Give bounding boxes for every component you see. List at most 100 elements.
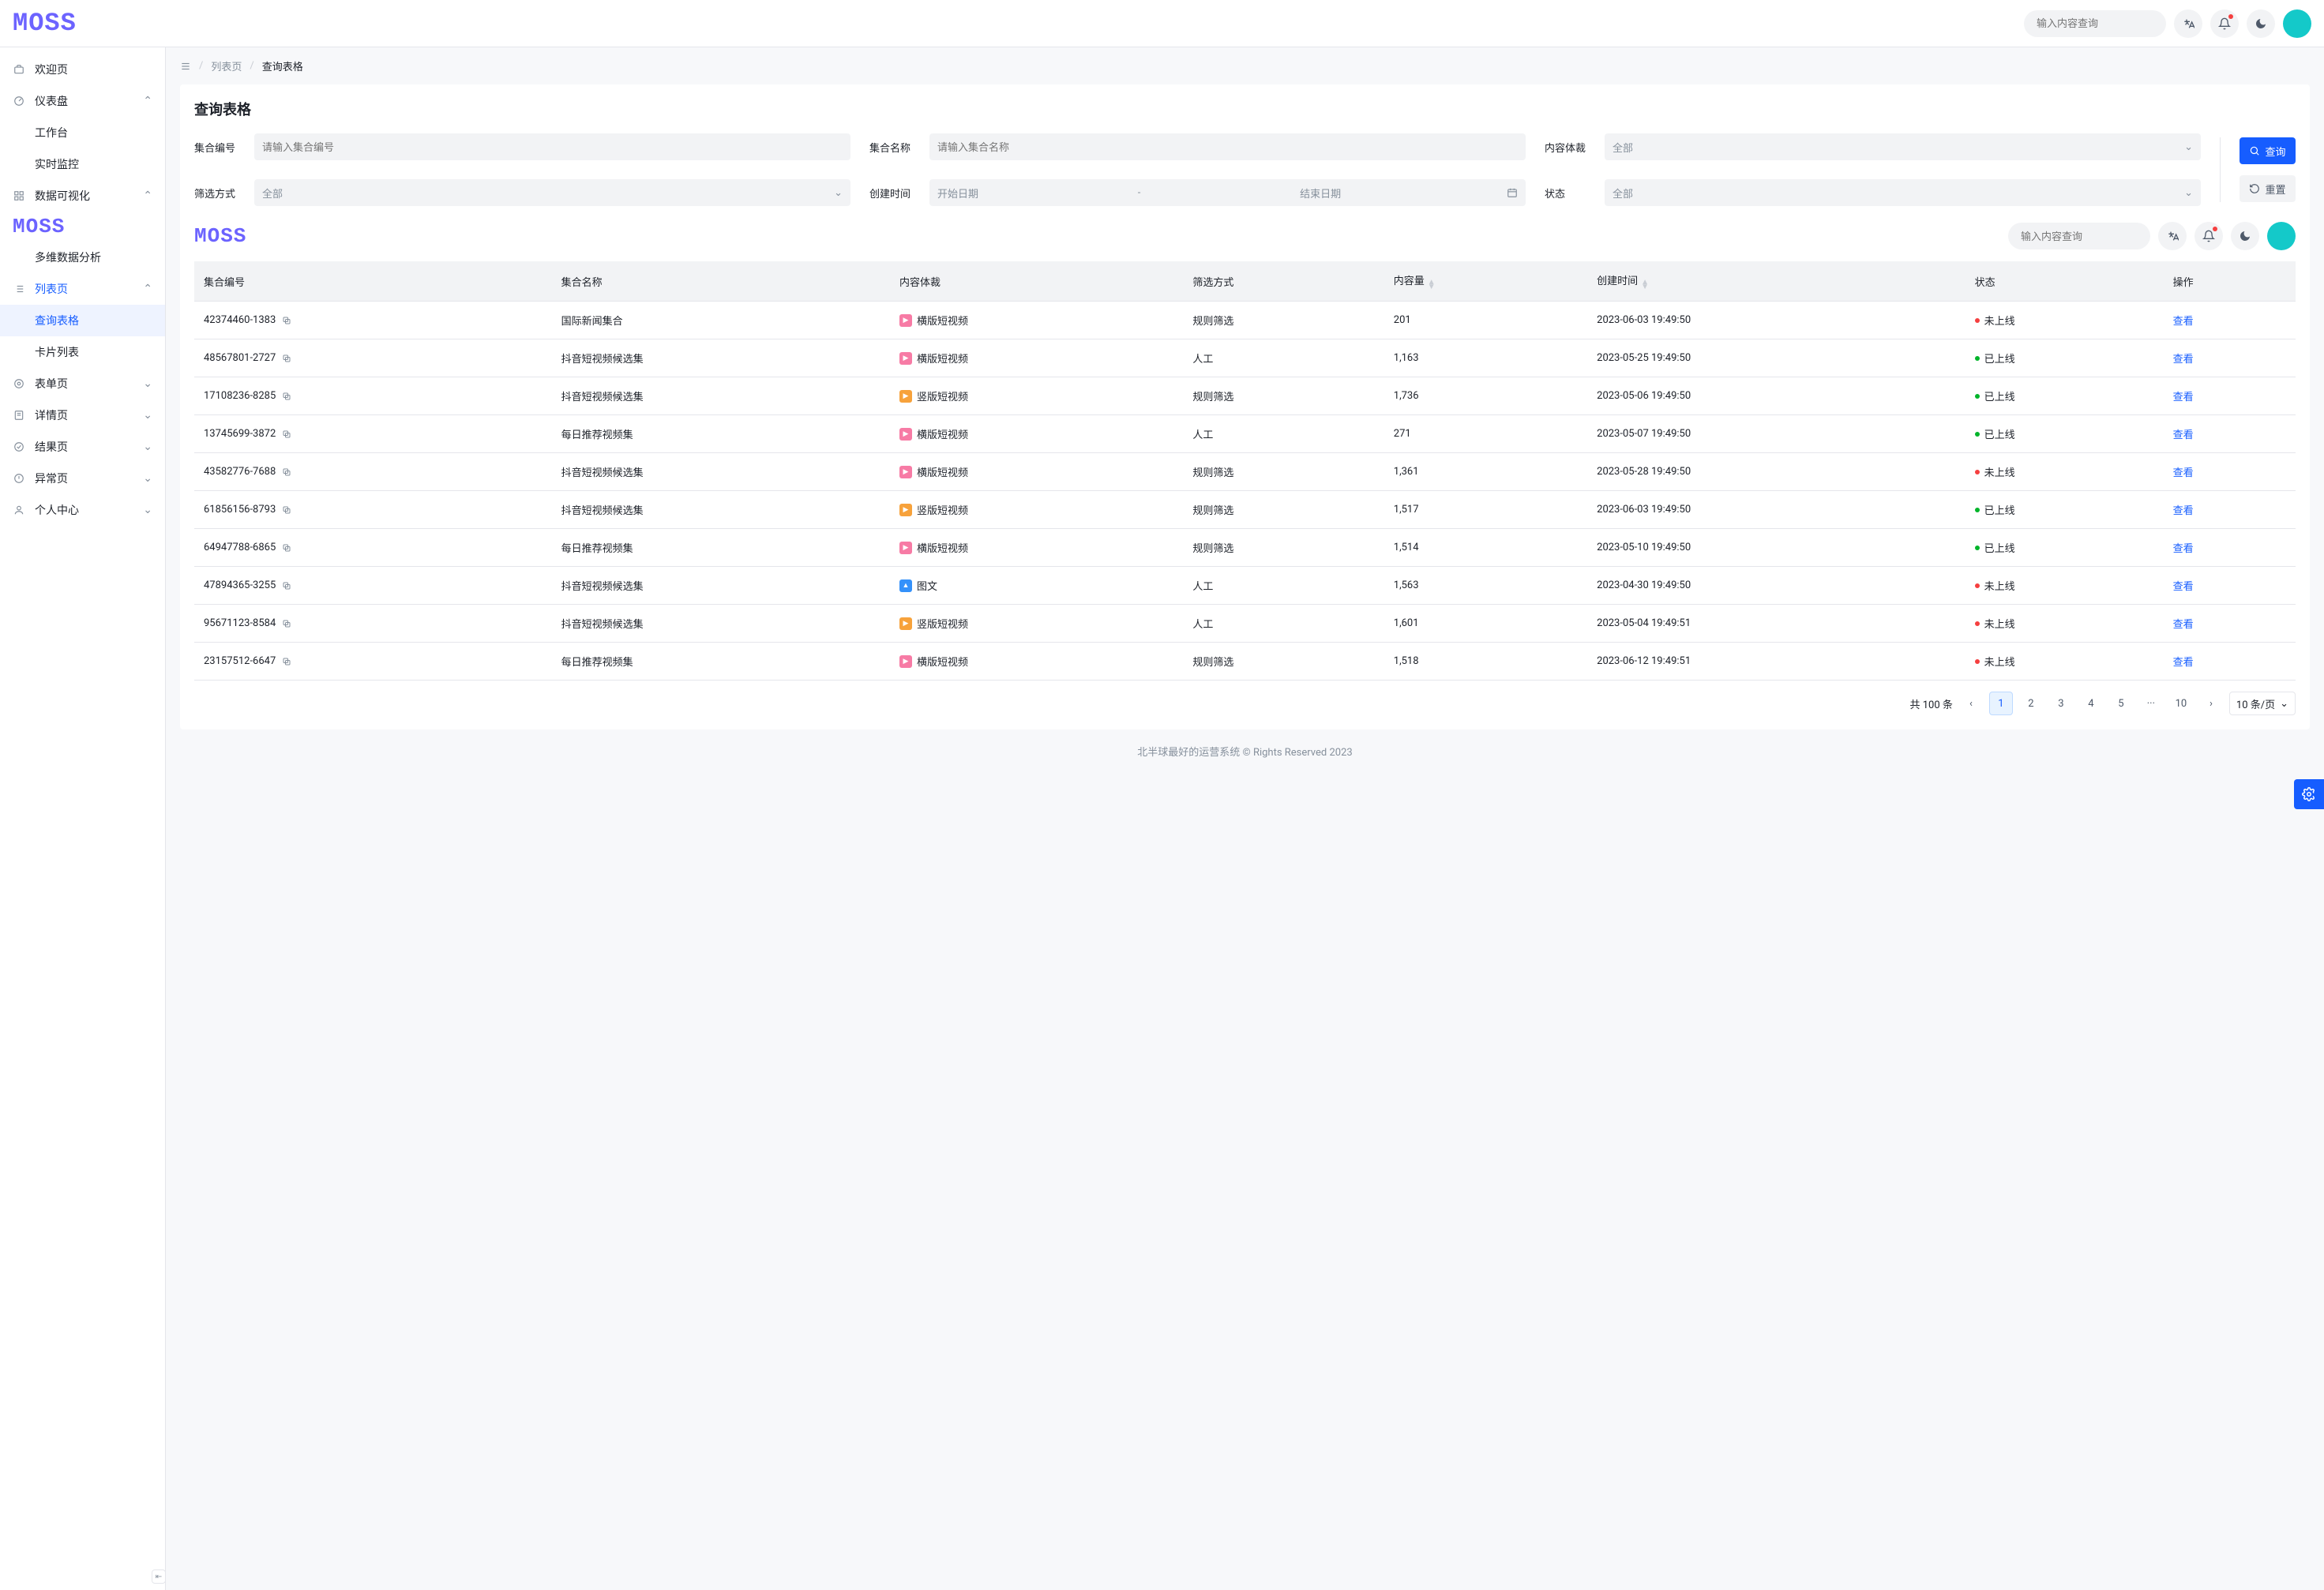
sidebar-item-0[interactable]: 欢迎页	[0, 54, 165, 85]
col-type: 内容体裁	[890, 261, 1183, 302]
settings-fab[interactable]	[2294, 779, 2324, 809]
copy-icon[interactable]	[282, 619, 291, 628]
cell-filter: 人工	[1183, 605, 1384, 643]
page-number-2[interactable]: 2	[2019, 692, 2043, 715]
sidebar-collapse-handle[interactable]: ⇤	[152, 1569, 166, 1584]
cell-name: 国际新闻集合	[552, 302, 890, 339]
sidebar-item-4[interactable]: 数据可视化⌃	[0, 180, 165, 212]
sidebar-item-7[interactable]: 查询表格	[0, 305, 165, 336]
global-search-input[interactable]	[2037, 17, 2176, 29]
cell-status: 已上线	[1975, 502, 2015, 517]
sidebar-item-6[interactable]: 列表页⌃	[0, 273, 165, 305]
copy-icon[interactable]	[282, 429, 291, 439]
cell-created: 2023-05-25 19:49:50	[1587, 339, 1965, 377]
sidebar-item-9[interactable]: 表单页⌄	[0, 368, 165, 399]
col-name: 集合名称	[552, 261, 890, 302]
language-button[interactable]	[2174, 9, 2202, 38]
date-range-input[interactable]: 开始日期 - 结束日期	[929, 179, 1526, 206]
cell-name: 抖音短视频候选集	[552, 453, 890, 491]
chevron-down-icon: ⌄	[143, 377, 152, 390]
page-number-1[interactable]: 1	[1989, 692, 2013, 715]
query-button[interactable]: 查询	[2240, 137, 2296, 164]
cell-status: 已上线	[1975, 540, 2015, 555]
copy-icon[interactable]	[282, 467, 291, 477]
view-link[interactable]: 查看	[2173, 392, 2194, 403]
copy-icon[interactable]	[282, 543, 291, 553]
sidebar-item-12[interactable]: 异常页⌄	[0, 463, 165, 494]
page-number-5[interactable]: 5	[2109, 692, 2133, 715]
copy-icon[interactable]	[282, 354, 291, 363]
cell-id: 13745699-3872	[204, 428, 543, 440]
cell-id: 42374460-1383	[204, 314, 543, 326]
id-input[interactable]	[262, 141, 843, 153]
video-v-icon: ▶	[899, 504, 912, 516]
type-select[interactable]: 全部 ⌄	[1605, 133, 2201, 160]
list-menu-icon[interactable]	[180, 61, 191, 72]
view-link[interactable]: 查看	[2173, 467, 2194, 479]
cell-created: 2023-06-03 19:49:50	[1587, 491, 1965, 529]
sidebar-item-5[interactable]: 多维数据分析	[0, 242, 165, 273]
sidebar-item-2[interactable]: 工作台	[0, 117, 165, 148]
col-created[interactable]: 创建时间▲▼	[1587, 261, 1965, 302]
status-dot	[1975, 470, 1980, 474]
page-next-button[interactable]: ›	[2199, 692, 2223, 715]
cell-type: ▶横版短视频	[899, 351, 968, 366]
view-link[interactable]: 查看	[2173, 316, 2194, 328]
view-link[interactable]: 查看	[2173, 619, 2194, 631]
view-link[interactable]: 查看	[2173, 354, 2194, 366]
theme-toggle-button[interactable]	[2247, 9, 2275, 38]
sidebar-item-1[interactable]: 仪表盘⌃	[0, 85, 165, 117]
sidebar-item-label: 数据可视化	[35, 188, 90, 204]
sidebar-item-13[interactable]: 个人中心⌄	[0, 494, 165, 526]
chevron-down-icon: ⌄	[834, 187, 843, 199]
language-button[interactable]	[2158, 222, 2187, 250]
page-prev-button[interactable]: ‹	[1959, 692, 1983, 715]
global-search[interactable]	[2024, 10, 2166, 37]
page-number-10[interactable]: 10	[2169, 692, 2193, 715]
theme-toggle-button[interactable]	[2231, 222, 2259, 250]
cell-name: 抖音短视频候选集	[552, 605, 890, 643]
sidebar-item-10[interactable]: 详情页⌄	[0, 399, 165, 431]
status-select[interactable]: 全部 ⌄	[1605, 179, 2201, 206]
sidebar: 欢迎页 仪表盘⌃ 工作台 实时监控 数据可视化⌃ MOSS 多维数据分析 列表页…	[0, 47, 166, 1590]
col-count[interactable]: 内容量▲▼	[1384, 261, 1587, 302]
reset-button[interactable]: 重置	[2240, 175, 2296, 202]
sidebar-item-3[interactable]: 实时监控	[0, 148, 165, 180]
view-link[interactable]: 查看	[2173, 543, 2194, 555]
form-item-created: 创建时间 开始日期 - 结束日期	[869, 179, 1526, 206]
user-avatar[interactable]	[2283, 9, 2311, 38]
view-link[interactable]: 查看	[2173, 581, 2194, 593]
chevron-down-icon: ⌄	[2184, 187, 2193, 199]
view-link[interactable]: 查看	[2173, 505, 2194, 517]
copy-icon[interactable]	[282, 392, 291, 401]
breadcrumb-item[interactable]: 列表页	[211, 58, 242, 73]
table-row: 61856156-8793 抖音短视频候选集 ▶竖版短视频 规则筛选 1,517…	[194, 491, 2296, 529]
sidebar-item-11[interactable]: 结果页⌄	[0, 431, 165, 463]
form-item-name: 集合名称	[869, 133, 1526, 160]
sidebar-item-8[interactable]: 卡片列表	[0, 336, 165, 368]
page-number-3[interactable]: 3	[2049, 692, 2073, 715]
view-link[interactable]: 查看	[2173, 429, 2194, 441]
main-content: / 列表页 / 查询表格 查询表格 集合编号 集合名称	[166, 47, 2324, 1590]
page-number-4[interactable]: 4	[2079, 692, 2103, 715]
notifications-button[interactable]	[2194, 222, 2223, 250]
name-input[interactable]	[937, 141, 1518, 153]
copy-icon[interactable]	[282, 316, 291, 325]
copy-icon[interactable]	[282, 657, 291, 666]
view-link[interactable]: 查看	[2173, 657, 2194, 669]
filter-select[interactable]: 全部 ⌄	[254, 179, 850, 206]
sort-icon: ▲▼	[1641, 280, 1649, 290]
query-form: 集合编号 集合名称 内容体裁 全部 ⌄	[194, 133, 2296, 206]
sidebar-item-label: 结果页	[35, 439, 68, 455]
logo[interactable]: MOSS	[13, 9, 77, 38]
global-search-input[interactable]	[2021, 231, 2160, 242]
notifications-button[interactable]	[2210, 9, 2239, 38]
video-h-icon: ▶	[899, 655, 912, 668]
copy-icon[interactable]	[282, 505, 291, 515]
user-avatar[interactable]	[2267, 222, 2296, 250]
table-row: 43582776-7688 抖音短视频候选集 ▶横版短视频 规则筛选 1,361…	[194, 453, 2296, 491]
page-size-select[interactable]: 10 条/页 ⌄	[2229, 692, 2296, 715]
cell-filter: 规则筛选	[1183, 377, 1384, 415]
global-search[interactable]	[2008, 223, 2150, 249]
copy-icon[interactable]	[282, 581, 291, 591]
